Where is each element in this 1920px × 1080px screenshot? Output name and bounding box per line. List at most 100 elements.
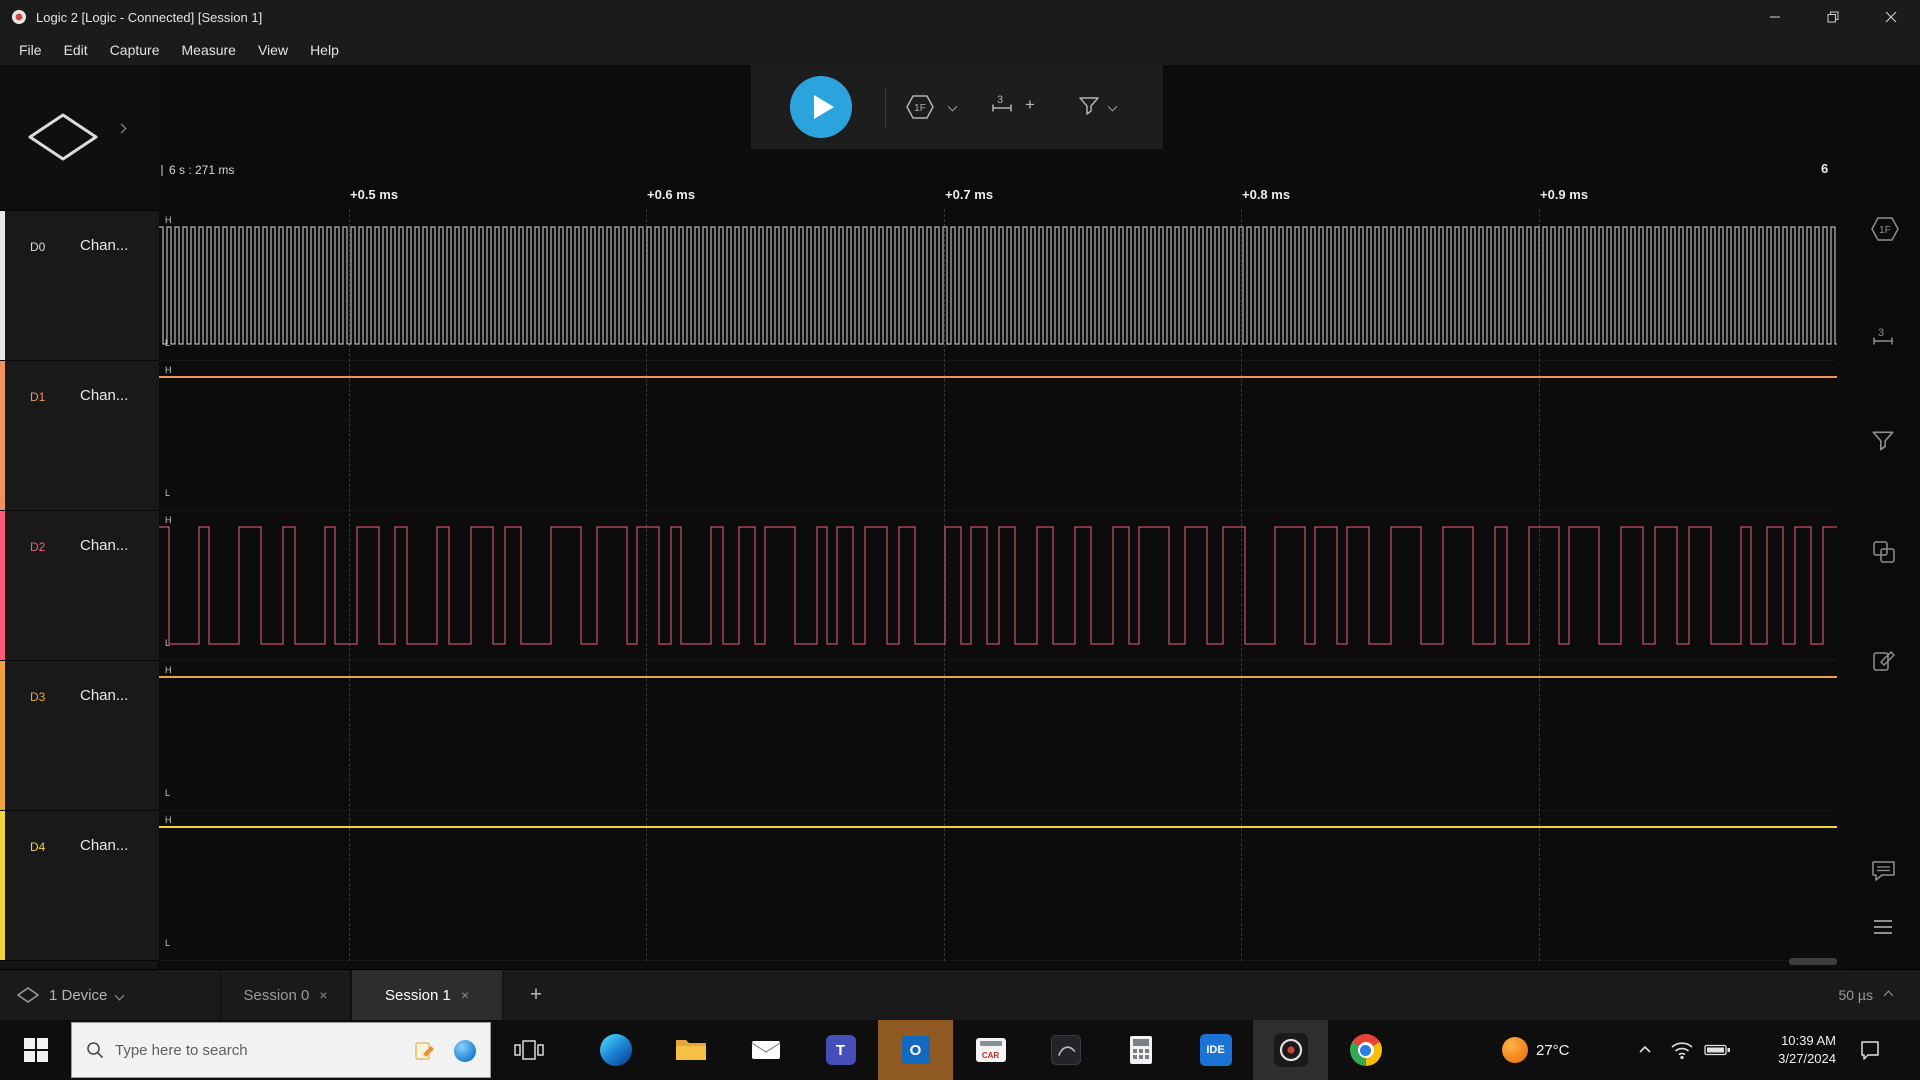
zoom-control[interactable]: 50 µs <box>1838 970 1894 1020</box>
timer-icon[interactable]: 3 <box>1870 325 1896 356</box>
annotations-icon[interactable] <box>1870 647 1898 680</box>
channel-name[interactable]: Chan... <box>80 687 128 704</box>
device-selector[interactable]: 1 Device <box>16 970 125 1020</box>
menu-capture[interactable]: Capture <box>99 38 171 62</box>
tray-clock[interactable]: 10:39 AM 3/27/2024 <box>1742 1020 1836 1080</box>
trigger-filter-icon[interactable] <box>1077 95 1101 124</box>
play-icon <box>814 95 834 119</box>
menu-edit[interactable]: Edit <box>53 38 99 62</box>
tab-session-1[interactable]: Session 1 × <box>351 970 503 1020</box>
taskbar-app-teams[interactable]: T <box>803 1020 878 1080</box>
channel-d4-header[interactable]: D4 Chan... <box>0 811 159 961</box>
channel-id: D2 <box>30 540 46 554</box>
start-button[interactable] <box>0 1020 71 1080</box>
capture-timer-icon[interactable]: 3 <box>989 92 1015 123</box>
channel-d0-header[interactable]: D0 Chan... <box>0 211 159 361</box>
chrome-icon <box>1349 1034 1382 1066</box>
device-panel[interactable] <box>0 65 159 211</box>
analyzers-icon[interactable] <box>1870 538 1898 571</box>
trigger-1f-icon[interactable]: 1F <box>1870 215 1900 248</box>
tray-battery[interactable] <box>1704 1020 1731 1080</box>
taskbar-app-chrome[interactable] <box>1328 1020 1403 1080</box>
ide-icon: IDE <box>1199 1034 1232 1066</box>
horizontal-scrollbar[interactable] <box>1789 958 1837 965</box>
channel-name[interactable]: Chan... <box>80 237 128 254</box>
right-icon-rail: 1F 3 <box>1849 65 1920 969</box>
channel-name[interactable]: Chan... <box>80 837 128 854</box>
taskbar-app-mail[interactable] <box>728 1020 803 1080</box>
taskbar-app-ide[interactable]: IDE <box>1178 1020 1253 1080</box>
low-level-marker: L <box>165 338 171 348</box>
channel-color-strip <box>0 661 5 810</box>
channel-d1-header[interactable]: D1 Chan... <box>0 361 159 511</box>
device-expand-chevron-icon[interactable] <box>116 123 127 134</box>
channel-name[interactable]: Chan... <box>80 387 128 404</box>
trigger-mode-chevron-icon[interactable] <box>947 101 958 112</box>
cortana-icon[interactable] <box>454 1040 476 1062</box>
taskbar-app-logic[interactable] <box>1253 1020 1328 1080</box>
tray-overflow-button[interactable] <box>1638 1020 1652 1080</box>
windows-taskbar: T O CAR IDE 27°C <box>0 1020 1920 1080</box>
can-tool-icon: CAR <box>975 1038 1006 1062</box>
menu-hamburger-icon[interactable] <box>1870 914 1896 945</box>
session-bar: 1 Device Session 0 × Session 1 × + 50 µs <box>0 969 1920 1020</box>
tray-network[interactable] <box>1670 1020 1694 1080</box>
windows-logo-icon <box>23 1038 48 1062</box>
trigger-filter-chevron-icon[interactable] <box>1107 101 1118 112</box>
action-center-button[interactable] <box>1858 1020 1882 1080</box>
tab-close-icon[interactable]: × <box>319 987 327 1003</box>
add-session-button[interactable]: + <box>516 970 556 1020</box>
close-button[interactable] <box>1862 0 1920 34</box>
low-level-marker: L <box>165 788 171 798</box>
waveform-row-d0[interactable]: H L <box>159 211 1837 361</box>
play-capture-button[interactable] <box>790 76 852 138</box>
high-level-marker: H <box>165 215 172 225</box>
taskbar-app-edge[interactable] <box>578 1020 653 1080</box>
wifi-icon <box>1671 1042 1693 1060</box>
search-input[interactable] <box>115 1041 355 1059</box>
timer-add-label[interactable]: + <box>1025 95 1035 115</box>
zoom-scale-label: 50 µs <box>1838 987 1873 1003</box>
menu-file[interactable]: File <box>8 38 53 62</box>
channel-d2-header[interactable]: D2 Chan... <box>0 511 159 661</box>
channel-d3-header[interactable]: D3 Chan... <box>0 661 159 811</box>
menu-view[interactable]: View <box>247 38 299 62</box>
task-view-icon <box>513 1040 544 1060</box>
task-view-button[interactable] <box>491 1020 566 1080</box>
restore-button[interactable] <box>1804 0 1862 34</box>
channel-color-strip <box>0 361 5 510</box>
taskbar-app-calculator[interactable] <box>1103 1020 1178 1080</box>
menu-measure[interactable]: Measure <box>171 38 247 62</box>
taskbar-search[interactable] <box>71 1022 491 1078</box>
tick-label: +0.6 ms <box>647 187 696 202</box>
taskbar-app-desktop-tool[interactable] <box>1028 1020 1103 1080</box>
waveform-trace-d4 <box>159 826 1837 828</box>
channel-name[interactable]: Chan... <box>80 537 128 554</box>
low-level-marker: L <box>165 488 171 498</box>
taskbar-app-file-explorer[interactable] <box>653 1020 728 1080</box>
waveform-viewport[interactable]: 6 s : 271 ms 6 +0.5 ms +0.6 ms +0.7 ms +… <box>159 65 1849 969</box>
svg-text:1F: 1F <box>914 103 926 114</box>
waveform-row-d2[interactable]: H L <box>159 511 1837 661</box>
waveform-row-d4[interactable]: H L <box>159 811 1837 961</box>
trigger-filter-icon[interactable] <box>1870 429 1896 460</box>
tick-label: +0.9 ms <box>1540 187 1589 202</box>
feedback-chat-icon[interactable] <box>1870 858 1897 888</box>
waveform-trace-d2 <box>159 526 1837 645</box>
collapse-chevron-icon[interactable] <box>1883 990 1894 1000</box>
tab-session-0[interactable]: Session 0 × <box>220 970 351 1020</box>
tray-weather[interactable]: 27°C <box>1502 1020 1570 1080</box>
search-highlights-icon[interactable] <box>414 1040 436 1067</box>
outlook-icon: O <box>901 1036 930 1064</box>
waveform-row-d3[interactable]: H L <box>159 661 1837 811</box>
taskbar-app-can-tool[interactable]: CAR <box>953 1020 1028 1080</box>
tab-close-icon[interactable]: × <box>461 987 469 1003</box>
mail-icon <box>751 1041 780 1059</box>
main-area: D0 Chan... D1 Chan... D2 Chan... D3 Chan… <box>0 65 1920 969</box>
taskbar-app-outlook[interactable]: O <box>878 1020 953 1080</box>
menu-help[interactable]: Help <box>299 38 350 62</box>
minimize-button[interactable] <box>1746 0 1804 34</box>
trigger-mode-icon[interactable]: 1F <box>905 93 935 126</box>
waveform-trace-d3 <box>159 676 1837 678</box>
waveform-row-d1[interactable]: H L <box>159 361 1837 511</box>
